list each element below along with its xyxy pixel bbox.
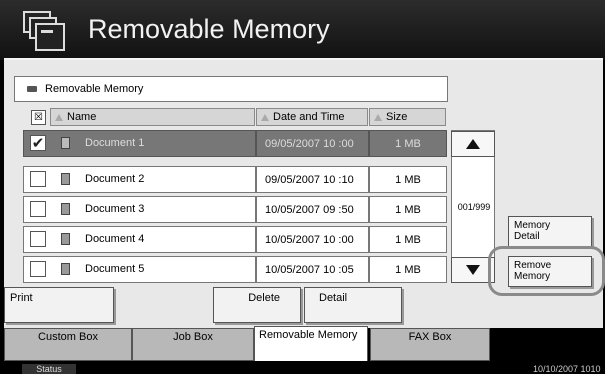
document-icon <box>61 233 70 245</box>
title-bar: Removable Memory <box>0 0 605 60</box>
select-all-checkbox[interactable]: ☒ <box>31 110 46 125</box>
row-date: 10/05/2007 10 :05 <box>256 256 369 283</box>
row-size: 1 MB <box>369 130 447 157</box>
detail-button[interactable]: Detail <box>304 287 402 323</box>
scroll-up-button[interactable] <box>451 131 495 157</box>
breadcrumb: Removable Memory <box>14 76 448 102</box>
row-size: 1 MB <box>369 196 447 223</box>
sort-icon <box>374 113 382 121</box>
row-checkbox[interactable] <box>30 171 46 187</box>
print-button[interactable]: Print <box>4 287 114 323</box>
table-row[interactable]: ✔ 09/05/2007 10 :00 1 MB Document 1 <box>23 130 447 157</box>
tab-fax-box[interactable]: FAX Box <box>370 328 490 361</box>
delete-button[interactable]: Delete <box>213 287 301 323</box>
row-name: Document 4 <box>85 233 145 245</box>
document-icon <box>61 173 70 185</box>
column-header-size[interactable]: Size <box>369 108 446 126</box>
column-header-label: Name <box>67 111 97 123</box>
screen: Removable Memory Removable Memory ☒ Name… <box>0 0 605 374</box>
callout-ring <box>488 246 605 296</box>
row-name: Document 3 <box>85 203 145 215</box>
column-header-label: Size <box>386 111 408 123</box>
row-size: 1 MB <box>369 256 447 283</box>
page-title: Removable Memory <box>88 14 330 44</box>
row-checkbox[interactable] <box>30 231 46 247</box>
table-row[interactable]: 10/05/2007 10 :05 1 MB Document 5 <box>23 256 447 283</box>
row-date: 10/05/2007 09 :50 <box>256 196 369 223</box>
sort-icon <box>261 113 269 121</box>
status-button[interactable]: Status <box>22 364 76 374</box>
column-header-date[interactable]: Date and Time <box>256 108 368 126</box>
breadcrumb-label: Removable Memory <box>45 83 144 95</box>
row-checkbox[interactable]: ✔ <box>30 135 46 151</box>
row-name: Document 5 <box>85 263 145 275</box>
folder-icon <box>27 86 37 92</box>
arrow-down-icon <box>466 265 480 275</box>
row-size: 1 MB <box>369 226 447 253</box>
tab-removable-memory[interactable]: Removable Memory <box>254 326 368 361</box>
row-date: 09/05/2007 10 :10 <box>256 166 369 193</box>
row-size: 1 MB <box>369 166 447 193</box>
memory-detail-button[interactable]: Memory Detail <box>508 216 592 247</box>
document-icon <box>61 203 70 215</box>
row-date: 09/05/2007 10 :00 <box>256 130 369 157</box>
table-row[interactable]: 09/05/2007 10 :10 1 MB Document 2 <box>23 166 447 193</box>
arrow-up-icon <box>466 139 480 149</box>
sort-icon <box>55 113 63 121</box>
tab-custom-box[interactable]: Custom Box <box>4 328 132 361</box>
datetime: 10/10/2007 1010 <box>533 364 601 374</box>
column-header-label: Date and Time <box>273 111 345 123</box>
row-checkbox[interactable] <box>30 201 46 217</box>
row-name: Document 1 <box>85 137 145 149</box>
document-icon <box>61 137 70 149</box>
tab-job-box[interactable]: Job Box <box>132 328 254 361</box>
document-icon <box>61 263 70 275</box>
removable-memory-icon <box>23 11 65 51</box>
table-row[interactable]: 10/05/2007 10 :00 1 MB Document 4 <box>23 226 447 253</box>
row-date: 10/05/2007 10 :00 <box>256 226 369 253</box>
row-name: Document 2 <box>85 173 145 185</box>
row-checkbox[interactable] <box>30 261 46 277</box>
column-header-name[interactable]: Name <box>50 108 255 126</box>
page-indicator: 001/999 <box>457 202 491 212</box>
table-row[interactable]: 10/05/2007 09 :50 1 MB Document 3 <box>23 196 447 223</box>
